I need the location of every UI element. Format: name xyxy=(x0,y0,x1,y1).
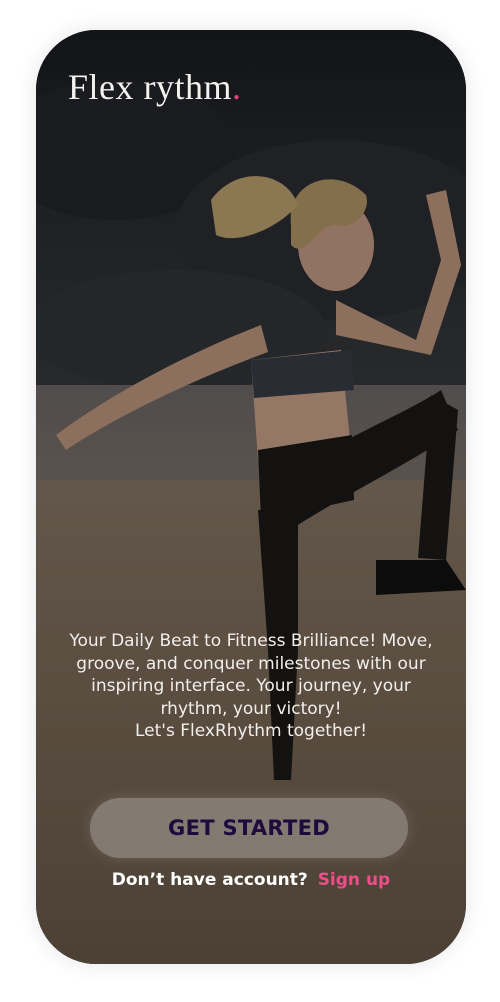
signup-link[interactable]: Sign up xyxy=(318,870,391,890)
logo-dot: . xyxy=(232,67,242,107)
signup-row: Don’t have account? Sign up xyxy=(36,870,466,890)
get-started-button[interactable]: GET STARTED xyxy=(90,798,408,858)
logo-text: Flex rythm xyxy=(68,67,232,107)
phone-screen: Flex rythm. Your Daily Beat to Fitness B… xyxy=(36,30,466,964)
hero-tagline: Your Daily Beat to Fitness Brilliance! M… xyxy=(69,631,433,741)
app-logo: Flex rythm. xyxy=(68,66,242,108)
signup-prompt: Don’t have account? xyxy=(111,870,308,890)
